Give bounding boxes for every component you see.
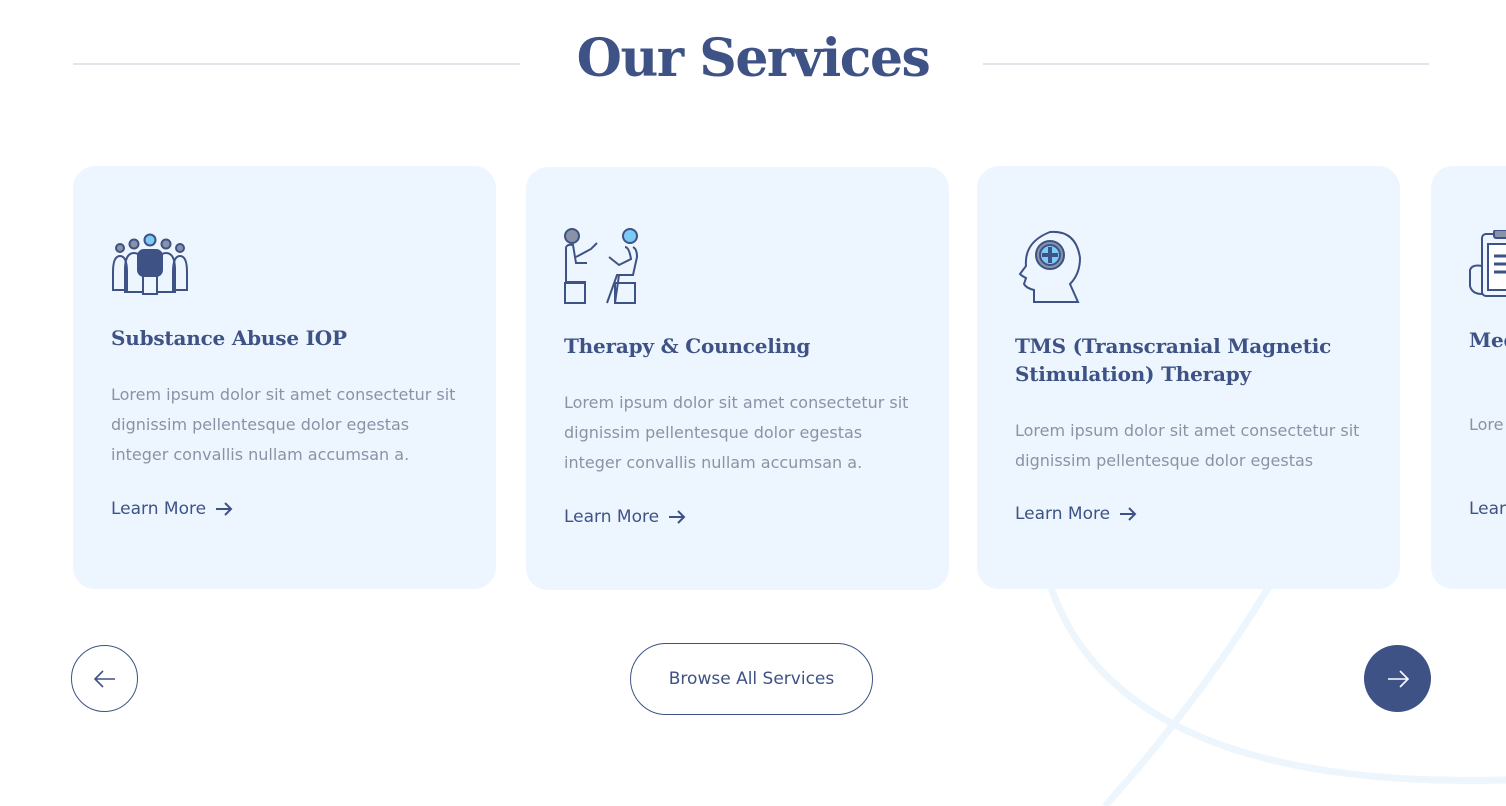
arrow-right-icon [1387, 669, 1409, 688]
group-therapy-icon [112, 233, 188, 295]
card-description: Lorem ipsum dolor sit amet consectetur s… [111, 385, 456, 464]
service-card-substance-abuse[interactable]: Substance Abuse IOP Lorem ipsum dolor si… [73, 166, 496, 589]
next-slide-button[interactable] [1364, 645, 1431, 712]
arrow-right-icon [1120, 507, 1137, 521]
service-card-mat[interactable]: Med (MA Lore sit di Lear [1431, 166, 1506, 589]
service-card-therapy[interactable]: Therapy & Counceling Lorem ipsum dolor s… [526, 167, 949, 590]
learn-more-label: Learn More [1015, 504, 1111, 524]
previous-slide-button[interactable] [71, 645, 138, 712]
card-description: Lorem ipsum dolor sit amet consectetur s… [564, 393, 909, 472]
learn-more-link[interactable]: Learn More [564, 507, 687, 527]
card-title: Therapy & Counceling [564, 334, 811, 358]
counseling-session-icon [564, 228, 639, 304]
learn-more-label: Learn More [111, 499, 207, 519]
heading-rule-right [983, 63, 1429, 65]
learn-more-link[interactable]: Lear [1469, 499, 1506, 519]
learn-more-label: Learn More [564, 507, 660, 527]
learn-more-link[interactable]: Learn More [1015, 504, 1138, 524]
arrow-left-icon [93, 669, 115, 688]
learn-more-link[interactable]: Learn More [111, 499, 234, 519]
browse-all-services-button[interactable]: Browse All Services [630, 643, 873, 715]
arrow-right-icon [669, 510, 686, 524]
card-title: Substance Abuse IOP [111, 326, 347, 350]
section-title: Our Services [576, 28, 931, 89]
card-title: Med (MA [1469, 328, 1506, 352]
card-title: TMS (Transcranial Magnetic Stimulation) … [1015, 334, 1332, 386]
learn-more-label: Lear [1469, 499, 1506, 519]
arrow-right-icon [216, 502, 233, 516]
service-card-tms[interactable]: TMS (Transcranial Magnetic Stimulation) … [977, 166, 1400, 589]
card-description: Lore sit di [1469, 415, 1506, 434]
brain-stimulation-icon [1018, 230, 1082, 303]
medical-clipboard-icon [1469, 230, 1506, 297]
card-description: Lorem ipsum dolor sit amet consectetur s… [1015, 421, 1360, 470]
